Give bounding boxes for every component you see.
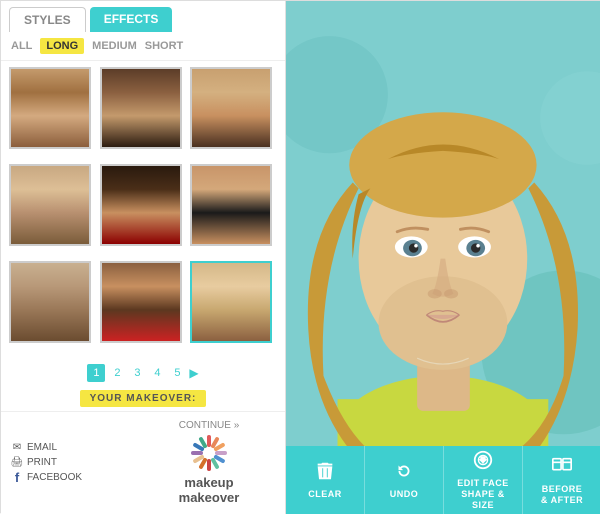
- tab-effects[interactable]: EFFECTS: [90, 7, 173, 32]
- undo-icon: [393, 460, 415, 485]
- left-panel: STYLES EFFECTS ALL LONG MEDIUM SHORT: [1, 1, 286, 514]
- lipstick-icons: [189, 433, 229, 473]
- hairstyle-photo-5[interactable]: [100, 164, 182, 246]
- pagination: 1 2 3 4 5 ▶: [1, 360, 285, 386]
- main-photo: [286, 1, 600, 446]
- edit-face-button[interactable]: EDIT FACE SHAPE & SIZE: [444, 446, 523, 514]
- action-bar: CLEAR UNDO: [286, 446, 600, 514]
- edit-face-label: EDIT FACE SHAPE & SIZE: [450, 478, 516, 510]
- app-container: STYLES EFFECTS ALL LONG MEDIUM SHORT: [1, 1, 600, 514]
- face-svg: [286, 1, 600, 446]
- hairstyle-photo-6[interactable]: [190, 164, 272, 246]
- filter-all[interactable]: ALL: [11, 40, 32, 52]
- email-label: EMAIL: [27, 442, 57, 453]
- continue-text: CONTINUE »: [179, 420, 240, 431]
- makeup-logo-line2: makeover: [179, 490, 240, 506]
- social-bar: ✉ EMAIL 🖨 PRINT f FACEBOOK CONTINUE »: [1, 411, 285, 514]
- email-link[interactable]: ✉ EMAIL: [11, 442, 143, 454]
- page-2[interactable]: 2: [109, 365, 125, 381]
- filter-medium[interactable]: MEDIUM: [92, 40, 137, 52]
- makeover-label-container: YOUR MAKEOVER:: [1, 386, 285, 411]
- facebook-label: FACEBOOK: [27, 472, 82, 483]
- photo-grid: [1, 61, 285, 360]
- undo-button[interactable]: UNDO: [365, 446, 444, 514]
- print-label: PRINT: [27, 457, 57, 468]
- hairstyle-photo-9[interactable]: [190, 261, 272, 343]
- hairstyle-photo-2[interactable]: [100, 67, 182, 149]
- before-after-icon: [551, 455, 573, 480]
- tab-bar: STYLES EFFECTS: [1, 1, 285, 32]
- facebook-link[interactable]: f FACEBOOK: [11, 472, 143, 484]
- hairstyle-photo-7[interactable]: [9, 261, 91, 343]
- email-icon: ✉: [11, 442, 23, 454]
- hairstyle-photo-4[interactable]: [9, 164, 91, 246]
- photo-display: [286, 1, 600, 446]
- trash-icon: [314, 460, 336, 485]
- tab-styles[interactable]: STYLES: [9, 7, 86, 32]
- hairstyle-photo-3[interactable]: [190, 67, 272, 149]
- page-4[interactable]: 4: [149, 365, 165, 381]
- clear-button[interactable]: CLEAR: [286, 446, 365, 514]
- right-panel: CLEAR UNDO: [286, 1, 600, 514]
- face-icon: [472, 449, 494, 474]
- page-1[interactable]: 1: [87, 364, 105, 382]
- makeup-makeover-promo[interactable]: CONTINUE »: [143, 420, 275, 506]
- page-5[interactable]: 5: [169, 365, 185, 381]
- page-3[interactable]: 3: [129, 365, 145, 381]
- undo-label: UNDO: [390, 489, 419, 500]
- hairstyle-photo-8[interactable]: [100, 261, 182, 343]
- social-links: ✉ EMAIL 🖨 PRINT f FACEBOOK: [11, 442, 143, 484]
- makeup-logo-line1: makeup: [184, 475, 233, 491]
- page-next[interactable]: ▶: [189, 366, 198, 380]
- print-icon: 🖨: [11, 457, 23, 469]
- filter-row: ALL LONG MEDIUM SHORT: [1, 32, 285, 61]
- filter-long[interactable]: LONG: [40, 38, 84, 54]
- print-link[interactable]: 🖨 PRINT: [11, 457, 143, 469]
- clear-label: CLEAR: [308, 489, 342, 500]
- facebook-icon: f: [11, 472, 23, 484]
- before-after-label: BEFORE & AFTER: [541, 484, 583, 506]
- before-after-button[interactable]: BEFORE & AFTER: [523, 446, 600, 514]
- makeover-badge: YOUR MAKEOVER:: [80, 390, 207, 407]
- filter-short[interactable]: SHORT: [145, 40, 184, 52]
- hairstyle-photo-1[interactable]: [9, 67, 91, 149]
